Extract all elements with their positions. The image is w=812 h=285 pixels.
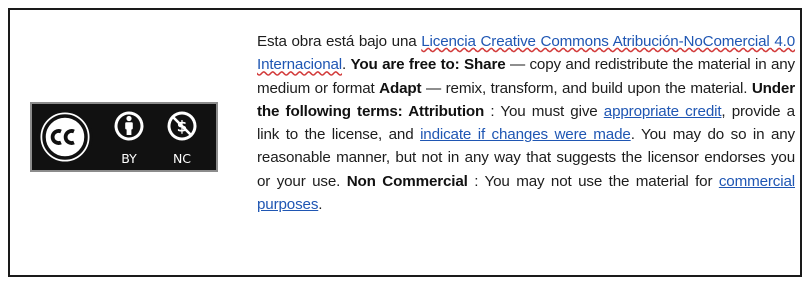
end-period: . xyxy=(318,196,323,214)
license-text: Esta obra está bajo una Licencia Creativ… xyxy=(257,30,795,216)
by-label: BY xyxy=(121,151,137,166)
badge-graphic: $ BY NC xyxy=(37,109,197,166)
cc-by-nc-badge: $ BY NC xyxy=(30,102,218,172)
appropriate-credit-link[interactable]: appropriate credit xyxy=(604,103,722,120)
adapt-desc: — remix, transform, and build upon the m… xyxy=(421,79,752,97)
indicate-changes-link[interactable]: indicate if changes were made xyxy=(420,126,631,143)
free-heading: You are free to: Share xyxy=(350,56,506,74)
no-dollar-noncommercial-icon: $ xyxy=(167,111,197,141)
attribution-desc: : You must give xyxy=(484,102,604,120)
after-link-text: . xyxy=(342,56,351,74)
license-paragraph: Esta obra está bajo una Licencia Creativ… xyxy=(257,30,795,216)
cc-logo-icon xyxy=(37,109,93,165)
noncommercial-desc: : You may not use the material for xyxy=(467,172,719,190)
license-notice-box: $ BY NC Esta obra está bajo una Licencia… xyxy=(8,8,802,277)
adapt-heading: Adapt xyxy=(379,79,422,97)
nc-label: NC xyxy=(173,151,191,166)
intro-text: Esta obra está bajo una xyxy=(257,33,422,50)
person-attribution-icon xyxy=(114,111,144,141)
noncommercial-heading: Non Commercial xyxy=(346,172,468,190)
